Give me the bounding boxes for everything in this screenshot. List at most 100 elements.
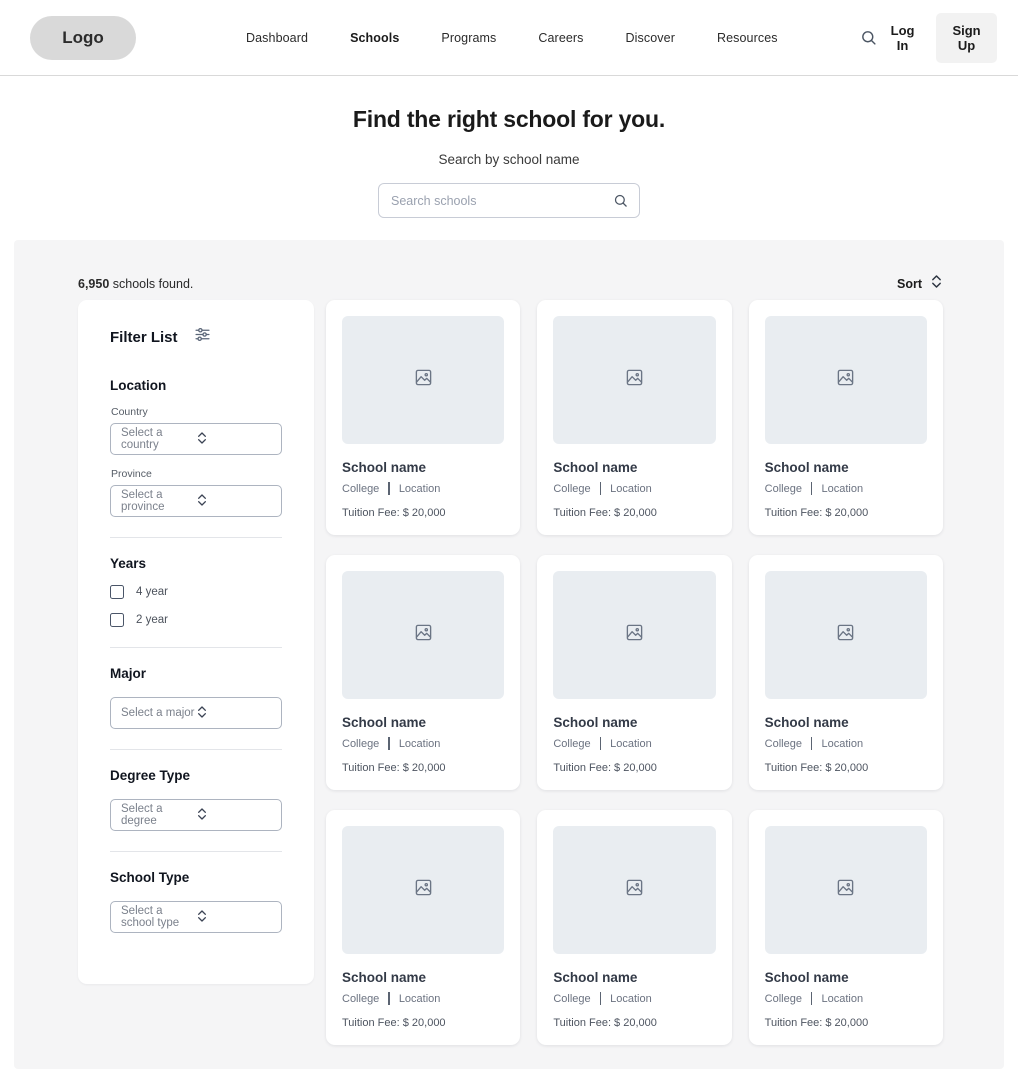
search-icon[interactable] [613, 193, 628, 208]
divider [110, 851, 282, 852]
major-select[interactable]: Select a major [110, 697, 282, 729]
school-type: College [764, 482, 802, 495]
image-placeholder-icon [836, 878, 855, 902]
school-search-box[interactable] [378, 183, 640, 218]
filter-section-years: Years 4 year 2 year [96, 556, 296, 627]
school-name: School name [342, 970, 427, 985]
province-select[interactable]: Select a province [110, 485, 282, 517]
school-image-placeholder [342, 826, 505, 954]
checkbox-row-4-year[interactable]: 4 year [110, 585, 282, 599]
header-search-icon[interactable] [860, 29, 877, 46]
school-tuition-fee: Tuition Fee: $ 20,000 [553, 507, 657, 519]
nav-item-discover[interactable]: Discover [626, 31, 675, 45]
school-card[interactable]: School name College Location Tuition Fee… [537, 810, 732, 1045]
image-placeholder-icon [625, 368, 644, 392]
school-meta: College Location [765, 482, 927, 495]
site-header: Logo Dashboard Schools Programs Careers … [0, 0, 1018, 76]
school-name: School name [764, 715, 849, 730]
school-location: Location [821, 482, 864, 495]
sort-label: Sort [897, 277, 922, 291]
results-count-suffix: schools found. [109, 277, 194, 291]
chevron-up-down-icon [197, 493, 273, 510]
school-name: School name [553, 460, 638, 475]
nav-item-resources[interactable]: Resources [717, 31, 778, 45]
checkbox-4-year[interactable] [110, 585, 124, 599]
province-label: Province [111, 468, 152, 480]
school-card[interactable]: School name College Location Tuition Fee… [748, 555, 943, 790]
school-name: School name [553, 715, 638, 730]
school-meta: College Location [553, 737, 715, 750]
location-heading: Location [110, 378, 167, 393]
image-placeholder-icon [414, 368, 433, 392]
school-card[interactable]: School name College Location Tuition Fee… [537, 555, 732, 790]
signup-button[interactable]: Sign Up [936, 12, 997, 63]
school-image-placeholder [553, 571, 716, 699]
school-card[interactable]: School name College Location Tuition Fee… [748, 300, 943, 535]
login-button[interactable]: Log In [877, 14, 929, 62]
meta-divider [810, 737, 813, 750]
divider [110, 537, 282, 538]
school-tuition-fee: Tuition Fee: $ 20,000 [553, 762, 657, 774]
image-placeholder-icon [625, 623, 644, 647]
meta-divider [599, 737, 602, 750]
school-type-select-value: Select a school type [121, 905, 180, 929]
search-input[interactable] [391, 193, 613, 208]
school-card[interactable]: School name College Location Tuition Fee… [326, 300, 521, 535]
meta-divider [599, 482, 602, 495]
school-tuition-fee: Tuition Fee: $ 20,000 [342, 1017, 446, 1029]
school-tuition-fee: Tuition Fee: $ 20,000 [553, 1017, 657, 1029]
school-type: College [764, 737, 802, 750]
checkbox-row-2-year[interactable]: 2 year [110, 613, 282, 627]
nav-item-careers[interactable]: Careers [538, 31, 583, 45]
sliders-icon[interactable] [194, 326, 211, 348]
nav-item-schools[interactable]: Schools [350, 31, 399, 45]
school-card[interactable]: School name College Location Tuition Fee… [537, 300, 732, 535]
school-image-placeholder [553, 316, 716, 444]
chevron-up-down-icon [931, 274, 942, 294]
school-type: College [553, 482, 591, 495]
school-image-placeholder [764, 316, 927, 444]
school-name: School name [764, 460, 849, 475]
school-card[interactable]: School name College Location Tuition Fee… [326, 555, 521, 790]
degree-select[interactable]: Select a degree [110, 799, 282, 831]
school-meta: College Location [342, 482, 504, 495]
logo[interactable]: Logo [30, 15, 136, 60]
filter-section-degree-type: Degree Type Select a degree [96, 768, 296, 831]
school-name: School name [342, 460, 427, 475]
chevron-up-down-icon [197, 909, 273, 926]
school-location: Location [398, 992, 441, 1005]
image-placeholder-icon [625, 878, 644, 902]
school-type-heading: School Type [110, 870, 190, 885]
results-count-text: 6,950 schools found. [78, 277, 193, 291]
country-label: Country [111, 406, 148, 418]
chevron-up-down-icon [197, 807, 273, 824]
school-card[interactable]: School name College Location Tuition Fee… [326, 810, 521, 1045]
filter-header: Filter List [110, 326, 296, 348]
school-meta: College Location [765, 992, 927, 1005]
school-meta: College Location [553, 482, 715, 495]
school-type-select[interactable]: Select a school type [110, 901, 282, 933]
country-select-value: Select a country [121, 427, 163, 451]
school-name: School name [764, 970, 849, 985]
checkbox-label-4-year: 4 year [136, 586, 168, 598]
school-card[interactable]: School name College Location Tuition Fee… [748, 810, 943, 1045]
nav-item-dashboard[interactable]: Dashboard [246, 31, 308, 45]
sort-control[interactable]: Sort [897, 274, 942, 294]
school-type: College [342, 737, 380, 750]
school-type: College [764, 992, 802, 1005]
school-meta: College Location [553, 992, 715, 1005]
divider [110, 749, 282, 750]
nav-item-programs[interactable]: Programs [441, 31, 496, 45]
meta-divider [810, 992, 813, 1005]
major-select-value: Select a major [121, 707, 195, 719]
years-heading: Years [110, 556, 147, 571]
checkbox-2-year[interactable] [110, 613, 124, 627]
country-select[interactable]: Select a country [110, 423, 282, 455]
school-image-placeholder [764, 571, 927, 699]
filter-section-location: Location Country Select a country Provin… [96, 378, 296, 517]
filter-sidebar: Filter List Location Country Select a co… [78, 300, 314, 984]
hero-section: Find the right school for you. Search by… [0, 76, 1018, 240]
chevron-up-down-icon [197, 705, 273, 722]
filter-section-major: Major Select a major [96, 666, 296, 729]
search-label: Search by school name [438, 152, 580, 167]
